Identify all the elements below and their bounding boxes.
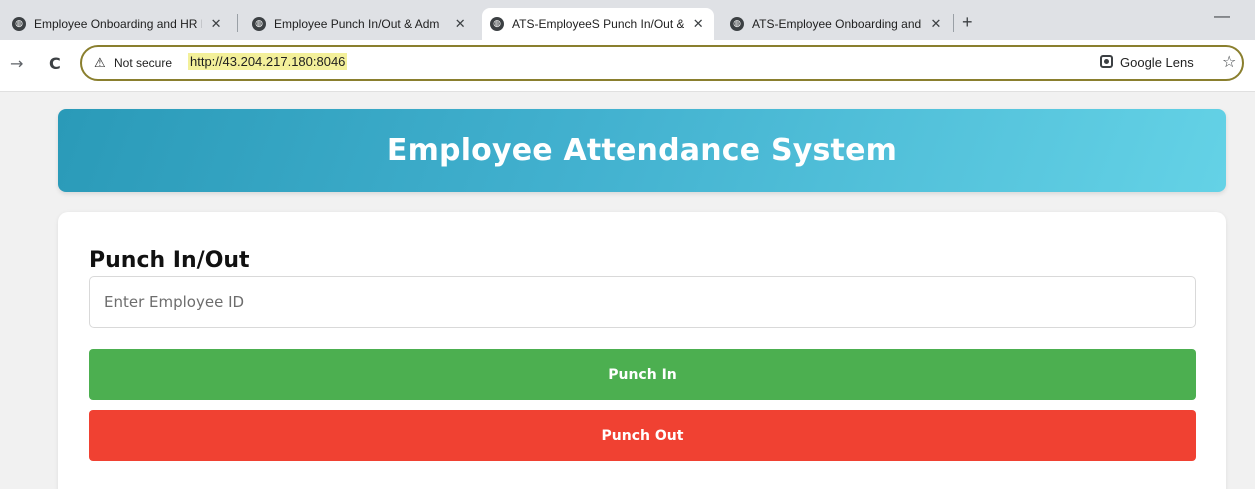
globe-icon: ◍ bbox=[490, 17, 504, 31]
reload-icon[interactable]: C bbox=[49, 54, 61, 73]
card-title: Punch In/Out bbox=[89, 248, 250, 273]
tab-separator bbox=[953, 14, 954, 32]
browser-toolbar: → C ⚠ Not secure http://43.204.217.180:8… bbox=[0, 40, 1255, 92]
tab-title: ATS-Employee Onboarding and bbox=[752, 17, 922, 31]
punch-out-button[interactable]: Punch Out bbox=[89, 410, 1196, 461]
tab-employee-onboarding[interactable]: ◍ Employee Onboarding and HR I ✕ bbox=[4, 8, 232, 40]
punch-in-button[interactable]: Punch In bbox=[89, 349, 1196, 400]
forward-arrow-icon[interactable]: → bbox=[10, 54, 23, 73]
employee-id-input[interactable] bbox=[89, 276, 1196, 328]
page-content: Employee Attendance System Punch In/Out … bbox=[0, 92, 1255, 489]
minimize-button[interactable]: — bbox=[1214, 8, 1230, 26]
close-icon[interactable]: ✕ bbox=[690, 17, 706, 32]
url-text[interactable]: http://43.204.217.180:8046 bbox=[188, 53, 348, 70]
security-label[interactable]: Not secure bbox=[114, 56, 172, 70]
close-icon[interactable]: ✕ bbox=[928, 17, 944, 32]
tab-title: Employee Onboarding and HR I bbox=[34, 17, 203, 31]
globe-icon: ◍ bbox=[730, 17, 744, 31]
header-banner: Employee Attendance System bbox=[58, 109, 1226, 192]
close-icon[interactable]: ✕ bbox=[452, 17, 468, 32]
new-tab-button[interactable]: + bbox=[962, 12, 973, 33]
globe-icon: ◍ bbox=[12, 17, 26, 31]
close-icon[interactable]: ✕ bbox=[208, 17, 224, 32]
page-title: Employee Attendance System bbox=[386, 133, 898, 168]
tab-ats-onboarding[interactable]: ◍ ATS-Employee Onboarding and ✕ bbox=[722, 8, 952, 40]
bookmark-star-icon[interactable]: ☆ bbox=[1222, 52, 1236, 71]
google-lens-icon[interactable] bbox=[1100, 55, 1113, 68]
warning-icon[interactable]: ⚠ bbox=[94, 55, 106, 71]
globe-icon: ◍ bbox=[252, 17, 266, 31]
tab-strip: ◍ Employee Onboarding and HR I ✕ ◍ Emplo… bbox=[0, 0, 1255, 40]
tab-separator bbox=[237, 14, 238, 32]
address-bar[interactable]: ⚠ Not secure http://43.204.217.180:8046 … bbox=[80, 45, 1244, 81]
tab-title: Employee Punch In/Out & Adm bbox=[274, 17, 440, 31]
tab-title: ATS-EmployeeS Punch In/Out & bbox=[512, 17, 685, 31]
tab-ats-punch[interactable]: ◍ ATS-EmployeeS Punch In/Out & ✕ bbox=[482, 8, 714, 40]
tab-employee-punch-admin[interactable]: ◍ Employee Punch In/Out & Adm ✕ bbox=[244, 8, 476, 40]
google-lens-label[interactable]: Google Lens bbox=[1120, 55, 1194, 70]
punch-card: Punch In/Out Punch In Punch Out bbox=[58, 212, 1226, 489]
